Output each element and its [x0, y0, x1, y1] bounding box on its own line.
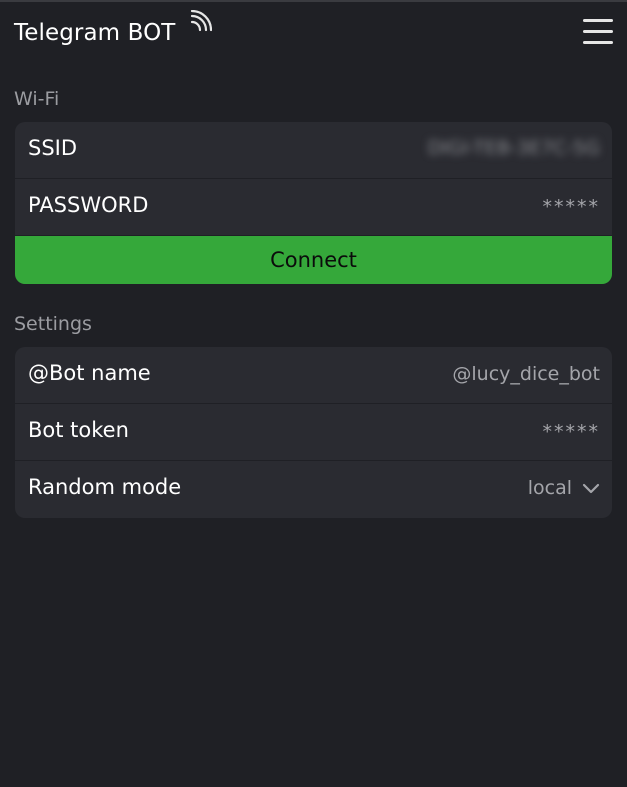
bot-token-label: Bot token — [28, 418, 129, 442]
wifi-card: SSID DIGI-TEB-3E7C-5G PASSWORD ***** Con… — [15, 122, 612, 284]
ssid-value[interactable]: DIGI-TEB-3E7C-5G — [428, 137, 600, 159]
bot-name-value[interactable]: @lucy_dice_bot — [452, 363, 600, 385]
bot-token-row[interactable]: Bot token ***** — [15, 404, 612, 461]
app-title: Telegram BOT — [14, 20, 176, 46]
random-mode-label: Random mode — [28, 475, 182, 499]
password-label: PASSWORD — [28, 193, 149, 217]
bot-token-value[interactable]: ***** — [543, 421, 601, 443]
hamburger-menu-icon[interactable] — [583, 18, 613, 46]
random-mode-select[interactable]: local — [528, 477, 572, 499]
app-header: Telegram BOT — [0, 0, 627, 70]
menu-bar — [583, 19, 613, 22]
settings-section-label: Settings — [14, 313, 92, 335]
password-row[interactable]: PASSWORD ***** — [15, 179, 612, 236]
chevron-down-icon[interactable] — [582, 483, 600, 495]
wifi-section-label: Wi-Fi — [14, 88, 60, 110]
menu-bar — [583, 41, 613, 44]
bot-name-label: @Bot name — [28, 361, 151, 385]
password-value[interactable]: ***** — [543, 196, 601, 218]
bot-name-row[interactable]: @Bot name @lucy_dice_bot — [15, 347, 612, 404]
ssid-row[interactable]: SSID DIGI-TEB-3E7C-5G — [15, 122, 612, 179]
connect-button[interactable]: Connect — [15, 236, 612, 284]
settings-card: @Bot name @lucy_dice_bot Bot token *****… — [15, 347, 612, 518]
menu-bar — [583, 30, 613, 33]
random-mode-row[interactable]: Random mode local — [15, 461, 612, 518]
wifi-icon — [190, 10, 212, 32]
ssid-label: SSID — [28, 136, 78, 160]
